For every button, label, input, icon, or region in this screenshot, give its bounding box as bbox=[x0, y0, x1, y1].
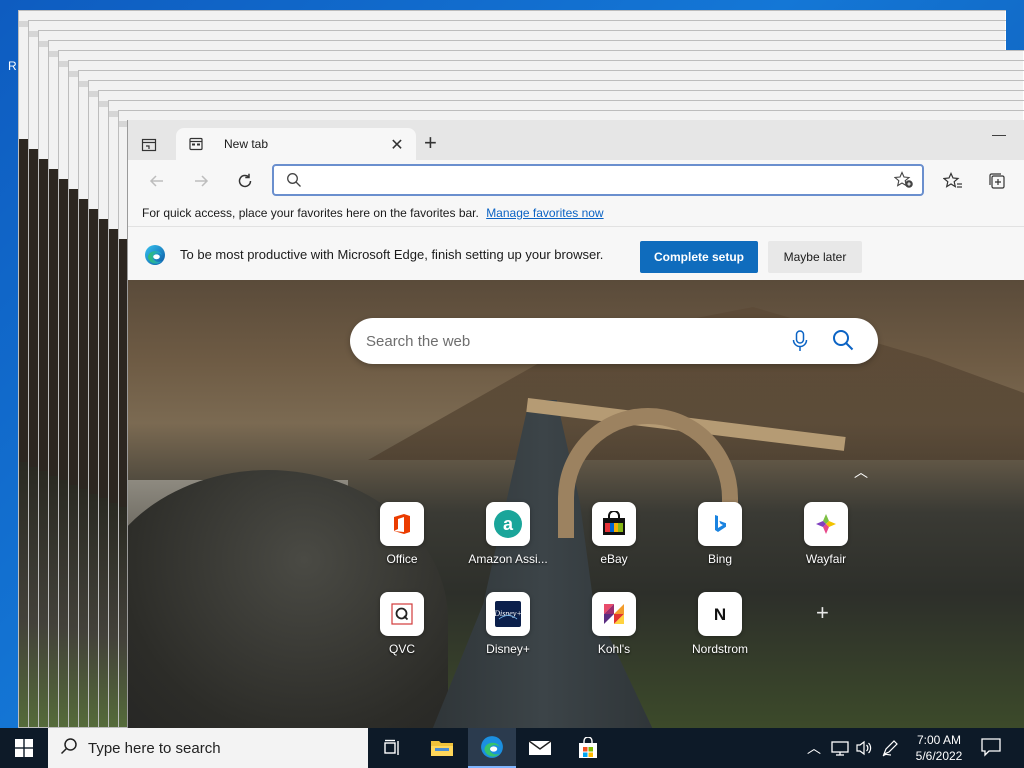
edge-browser-window: New tab ✕ + — For quick access, place yo… bbox=[127, 120, 1024, 728]
quick-link-label: Amazon Assi... bbox=[468, 552, 548, 566]
quick-link-tile[interactable]: QVC bbox=[354, 592, 450, 656]
mail-icon bbox=[528, 740, 552, 755]
search-icon bbox=[286, 172, 302, 193]
file-explorer-button[interactable] bbox=[418, 728, 466, 768]
quick-link-tile[interactable]: Kohl's bbox=[566, 592, 662, 656]
favorites-button[interactable] bbox=[942, 170, 964, 192]
taskbar: Type here to search ︿ 7:00 AM 5/6/2022 bbox=[0, 728, 1024, 768]
clock-time: 7:00 AM bbox=[916, 733, 962, 747]
network-icon[interactable] bbox=[830, 737, 850, 759]
new-tab-page: ︿ Office a Amazon Assi... eBay bbox=[128, 280, 1024, 728]
notification-center-icon[interactable] bbox=[980, 736, 1004, 760]
quick-link-label: Kohl's bbox=[597, 642, 631, 656]
search-submit-icon[interactable] bbox=[832, 329, 854, 356]
store-icon bbox=[579, 737, 597, 758]
edge-logo-icon bbox=[144, 244, 166, 271]
disney-icon: Disney+ bbox=[486, 592, 530, 636]
back-button[interactable] bbox=[146, 170, 168, 192]
complete-setup-button[interactable]: Complete setup bbox=[640, 241, 758, 273]
system-clock[interactable]: 7:00 AM 5/6/2022 bbox=[910, 732, 968, 764]
nordstrom-icon: N bbox=[698, 592, 742, 636]
clock-date: 5/6/2022 bbox=[915, 749, 963, 763]
collections-button[interactable] bbox=[986, 170, 1008, 192]
maybe-later-button[interactable]: Maybe later bbox=[768, 241, 862, 273]
quick-link-label: eBay bbox=[600, 552, 628, 566]
tab-new-tab[interactable]: New tab ✕ bbox=[176, 128, 416, 160]
setup-banner: To be most productive with Microsoft Edg… bbox=[128, 226, 1024, 280]
edge-taskbar-button[interactable] bbox=[468, 728, 516, 768]
address-bar[interactable] bbox=[272, 164, 924, 196]
svg-text:N: N bbox=[714, 605, 726, 624]
favorites-bar: For quick access, place your favorites h… bbox=[128, 202, 1024, 226]
add-site-icon[interactable]: + bbox=[816, 600, 829, 626]
qvc-icon bbox=[380, 592, 424, 636]
ebay-icon bbox=[592, 502, 636, 546]
setup-banner-message: To be most productive with Microsoft Edg… bbox=[180, 247, 604, 262]
refresh-button[interactable] bbox=[234, 170, 256, 192]
tab-actions-button[interactable] bbox=[138, 134, 160, 156]
minimize-button[interactable]: — bbox=[992, 126, 1006, 142]
desktop-icon-label: R bbox=[8, 59, 17, 73]
tab-actions-icon bbox=[141, 138, 157, 152]
edge-icon bbox=[481, 736, 503, 758]
svg-text:Disney+: Disney+ bbox=[494, 609, 522, 618]
web-search-box[interactable] bbox=[350, 318, 878, 364]
tab-close-icon[interactable]: ✕ bbox=[388, 135, 406, 155]
volume-icon[interactable] bbox=[854, 737, 874, 759]
chevron-up-icon[interactable]: ︿ bbox=[854, 462, 868, 482]
quick-link-tile[interactable]: Bing bbox=[672, 502, 768, 566]
quick-link-tile[interactable]: Office bbox=[354, 502, 450, 566]
tab-title: New tab bbox=[224, 137, 269, 151]
quick-link-tile[interactable]: Wayfair bbox=[778, 502, 874, 566]
store-button[interactable] bbox=[564, 728, 612, 768]
quick-link-tile[interactable]: eBay bbox=[566, 502, 662, 566]
kohls-icon bbox=[592, 592, 636, 636]
add-favorite-icon[interactable] bbox=[893, 171, 914, 194]
quick-link-tile[interactable]: a Amazon Assi... bbox=[460, 502, 556, 566]
svg-text:a: a bbox=[503, 514, 514, 534]
quick-link-label: Nordstrom bbox=[691, 642, 748, 656]
new-tab-page-icon bbox=[188, 136, 204, 152]
address-input[interactable] bbox=[314, 170, 874, 190]
browser-toolbar bbox=[128, 160, 1024, 202]
forward-button[interactable] bbox=[190, 170, 212, 192]
web-search-input[interactable] bbox=[366, 330, 766, 352]
mail-button[interactable] bbox=[516, 728, 564, 768]
wayfair-icon bbox=[804, 502, 848, 546]
back-arrow-icon bbox=[149, 175, 163, 187]
taskbar-search-placeholder: Type here to search bbox=[88, 739, 221, 757]
forward-arrow-icon bbox=[195, 175, 209, 187]
task-view-button[interactable] bbox=[368, 728, 416, 768]
start-button[interactable] bbox=[0, 728, 48, 768]
refresh-icon bbox=[238, 173, 252, 188]
manage-favorites-link[interactable]: Manage favorites now bbox=[486, 206, 603, 220]
favorites-bar-message: For quick access, place your favorites h… bbox=[142, 206, 479, 220]
tab-strip: New tab ✕ + — bbox=[128, 120, 1024, 160]
quick-link-label: Wayfair bbox=[805, 552, 847, 566]
favorites-star-icon bbox=[943, 172, 962, 188]
pen-icon[interactable] bbox=[880, 737, 900, 759]
office-icon bbox=[380, 502, 424, 546]
collections-icon bbox=[989, 173, 1005, 189]
quick-link-tile[interactable]: N Nordstrom bbox=[672, 592, 768, 656]
task-view-icon bbox=[384, 739, 399, 755]
taskbar-search-box[interactable]: Type here to search bbox=[48, 728, 368, 768]
quick-links: Office a Amazon Assi... eBay Bing Wayfai… bbox=[368, 502, 868, 702]
folder-icon bbox=[431, 741, 453, 756]
quick-link-label: Disney+ bbox=[486, 642, 530, 656]
new-tab-button[interactable]: + bbox=[424, 132, 437, 154]
quick-link-tile[interactable]: Disney+ Disney+ bbox=[460, 592, 556, 656]
search-icon bbox=[60, 737, 78, 760]
quick-link-label: Bing bbox=[707, 552, 733, 566]
amazon-icon: a bbox=[486, 502, 530, 546]
quick-link-label: QVC bbox=[388, 642, 415, 656]
microphone-icon[interactable] bbox=[792, 330, 808, 357]
chevron-up-icon[interactable]: ︿ bbox=[804, 737, 824, 759]
bing-icon bbox=[698, 502, 742, 546]
quick-link-label: Office bbox=[386, 552, 418, 566]
windows-logo-icon bbox=[15, 739, 33, 757]
